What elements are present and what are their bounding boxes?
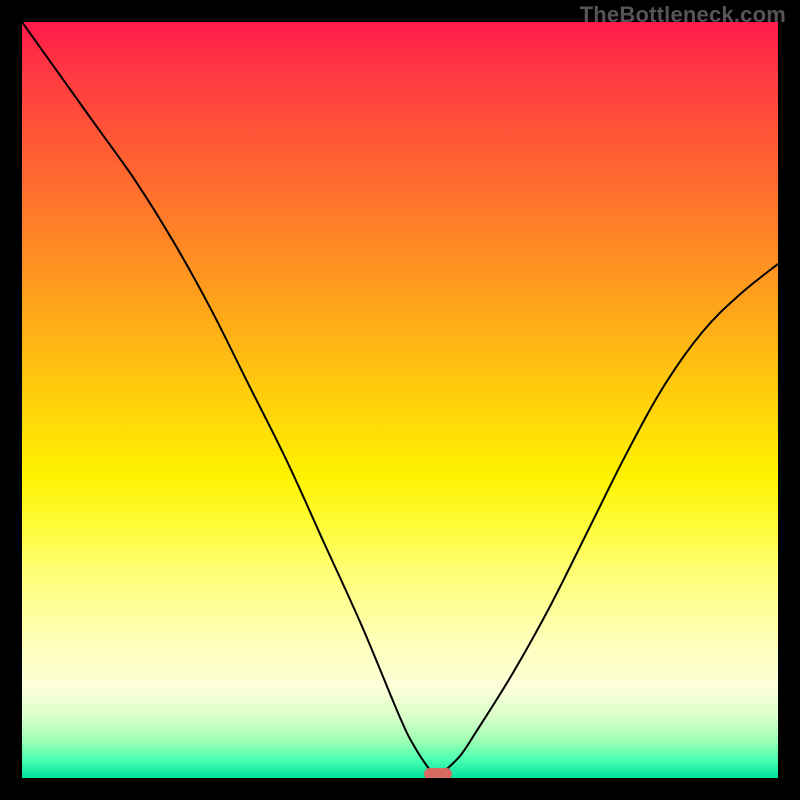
- chart-frame: TheBottleneck.com: [0, 0, 800, 800]
- bottleneck-curve-path: [22, 22, 778, 778]
- watermark-label: TheBottleneck.com: [580, 2, 786, 28]
- optimum-marker: [424, 768, 452, 778]
- plot-area: [22, 22, 778, 778]
- bottleneck-curve-svg: [22, 22, 778, 778]
